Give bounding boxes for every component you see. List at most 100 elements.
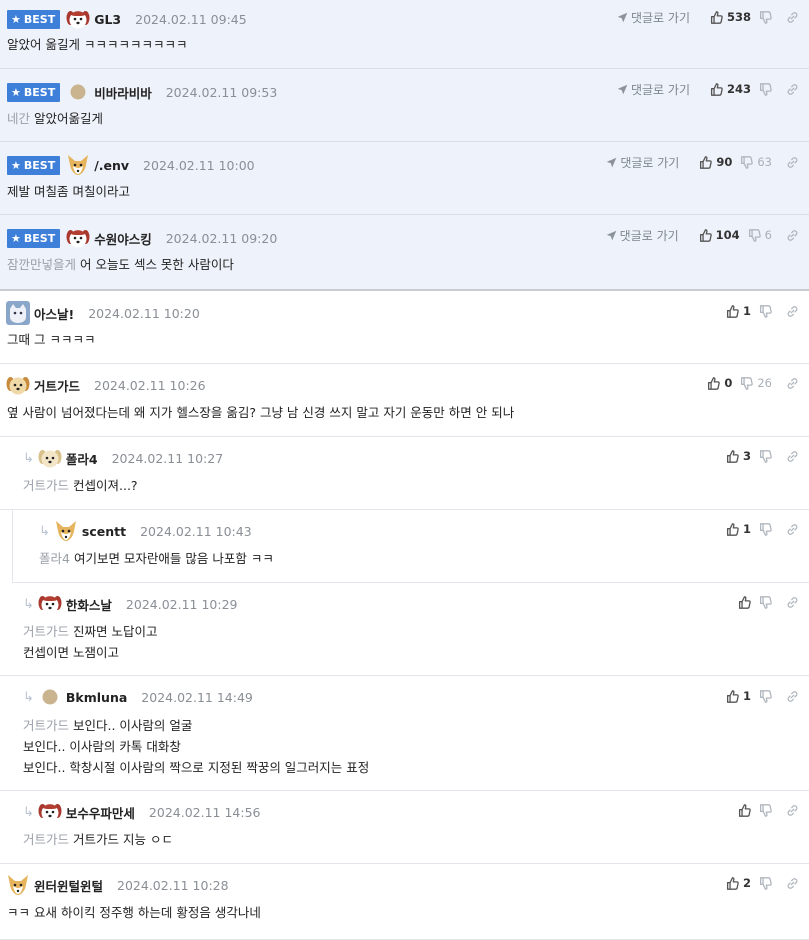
comment-item: 거트가드 2024.02.11 10:26 0 26 옆 사람이 넘어졌다는데 왜 지가… (0, 364, 809, 437)
author-nickname[interactable]: GL3 (94, 12, 121, 27)
comment-line: 네간 알았어옮길게 (7, 108, 103, 129)
reply-mention[interactable]: 거트가드 (23, 478, 69, 493)
author-nickname[interactable]: 보수우파만세 (66, 803, 135, 822)
copy-link-button[interactable] (786, 803, 799, 817)
copy-link-button[interactable] (786, 10, 799, 24)
comment-line: 보인다.. 학창시절 이사람의 짝으로 지정된 짝꿍의 일그러지는 표정 (23, 757, 369, 778)
comment-header: ↳ 폴라4 2024.02.11 10:27 (0, 443, 809, 473)
author-nickname[interactable]: 폴라4 (66, 449, 98, 468)
reply-mention[interactable]: 거트가드 (23, 624, 69, 639)
avatar[interactable] (66, 226, 90, 250)
goto-comment-link[interactable]: 댓글로 가기 (617, 81, 690, 98)
comment-item: ↳ Bkmluna 2024.02.11 14:49 1 거트가드 보인다.. 이사람의 … (0, 676, 809, 791)
copy-link-button[interactable] (786, 376, 799, 390)
comment-date: 2024.02.11 10:27 (111, 450, 224, 466)
like-button[interactable]: 90 (699, 155, 732, 169)
like-button[interactable]: 2 (726, 876, 751, 890)
goto-comment-link[interactable]: 댓글로 가기 (617, 9, 690, 26)
copy-link-button[interactable] (786, 304, 799, 318)
comment-item: ★ BEST GL3 2024.02.11 09:45 댓글로 가기 538 알았어 옮길게… (0, 0, 809, 69)
like-count: 1 (742, 522, 751, 536)
goto-comment-link[interactable]: 댓글로 가기 (606, 154, 679, 171)
dislike-button[interactable] (759, 10, 772, 24)
comment-text: 컨셉이면 노잼이고 (23, 645, 119, 660)
comment-text: 거트가드 지능 ㅇㄷ (73, 832, 173, 847)
avatar[interactable] (38, 800, 62, 824)
comment-item: ↳ 보수우파만세 2024.02.11 14:56 거트가드 거트가드 지능 ㅇㄷ (0, 791, 809, 864)
like-button[interactable]: 3 (726, 449, 751, 463)
like-button[interactable]: 243 (710, 82, 751, 96)
author-nickname[interactable]: 거트가드 (34, 376, 80, 395)
copy-link-button[interactable] (786, 228, 799, 242)
thumbs-up-icon (710, 82, 723, 96)
like-count: 2 (742, 876, 751, 890)
reply-mention[interactable]: 잠깐만넣을게 (7, 257, 76, 272)
avatar[interactable] (38, 685, 62, 709)
avatar[interactable] (6, 373, 30, 397)
thumbs-up-icon (699, 228, 712, 242)
dislike-button[interactable]: 63 (740, 155, 772, 169)
comment-actions: 1 (718, 296, 799, 326)
author-nickname[interactable]: Bkmluna (66, 690, 127, 705)
author-nickname[interactable]: 아스날! (34, 304, 74, 323)
link-icon (786, 876, 799, 890)
copy-link-button[interactable] (786, 522, 799, 536)
like-count: 0 (724, 376, 733, 390)
avatar[interactable] (66, 153, 90, 177)
avatar[interactable] (38, 446, 62, 470)
author-nickname[interactable]: 한화스날 (66, 595, 112, 614)
goto-comment-label: 댓글로 가기 (620, 155, 680, 170)
like-button[interactable] (738, 595, 751, 609)
thumbs-down-icon (759, 803, 772, 817)
like-button[interactable]: 1 (726, 522, 751, 536)
dislike-button[interactable]: 6 (748, 228, 772, 242)
like-button[interactable]: 104 (699, 228, 740, 242)
dislike-button[interactable] (759, 522, 772, 536)
goto-comment-label: 댓글로 가기 (630, 10, 690, 25)
reply-mention[interactable]: 거트가드 (23, 718, 69, 733)
avatar[interactable] (66, 80, 90, 104)
dislike-button[interactable] (759, 304, 772, 318)
author-nickname[interactable]: 수원야스킹 (94, 229, 152, 248)
comment-actions: 댓글로 가기 538 (617, 2, 799, 32)
reply-mention[interactable]: 폴라4 (39, 551, 70, 566)
avatar[interactable] (6, 301, 30, 325)
copy-link-button[interactable] (786, 595, 799, 609)
copy-link-button[interactable] (786, 82, 799, 96)
dislike-button[interactable] (759, 803, 772, 817)
dislike-button[interactable] (759, 82, 772, 96)
comment-body: 거트가드 컨셉이져...? (23, 475, 138, 496)
goto-comment-link[interactable]: 댓글로 가기 (606, 227, 679, 244)
like-button[interactable]: 538 (710, 10, 751, 24)
comment-line: ㅋㅋ 요새 하이킥 정주행 하는데 황정음 생각나네 (7, 902, 261, 923)
like-button[interactable]: 1 (726, 304, 751, 318)
dislike-button[interactable]: 26 (740, 376, 772, 390)
copy-link-button[interactable] (786, 155, 799, 169)
author-nickname[interactable]: /.env (94, 158, 129, 173)
author-nickname[interactable]: scentt (82, 524, 126, 539)
copy-link-button[interactable] (786, 689, 799, 703)
author-nickname[interactable]: 비바라비바 (94, 83, 152, 102)
comment-actions: 0 26 (699, 368, 799, 398)
reply-mention[interactable]: 거트가드 (23, 832, 69, 847)
like-button[interactable]: 0 (707, 376, 732, 390)
dislike-button[interactable] (759, 449, 772, 463)
like-button[interactable]: 1 (726, 689, 751, 703)
avatar[interactable] (38, 592, 62, 616)
dislike-button[interactable] (759, 689, 772, 703)
author-nickname[interactable]: 윈터윈털윈털 (34, 876, 103, 895)
copy-link-button[interactable] (786, 449, 799, 463)
like-button[interactable] (738, 803, 751, 817)
comment-line: 알았어 옮길게 ㅋㅋㅋㅋㅋㅋㅋㅋㅋ (7, 34, 187, 55)
avatar[interactable] (66, 7, 90, 31)
dislike-button[interactable] (759, 876, 772, 890)
avatar[interactable] (54, 519, 78, 543)
link-icon (786, 82, 799, 96)
thumbs-down-icon (759, 689, 772, 703)
reply-arrow-icon: ↳ (23, 596, 34, 612)
avatar[interactable] (6, 873, 30, 897)
dislike-button[interactable] (759, 595, 772, 609)
reply-mention[interactable]: 네간 (7, 111, 30, 126)
link-icon (786, 228, 799, 242)
copy-link-button[interactable] (786, 876, 799, 890)
